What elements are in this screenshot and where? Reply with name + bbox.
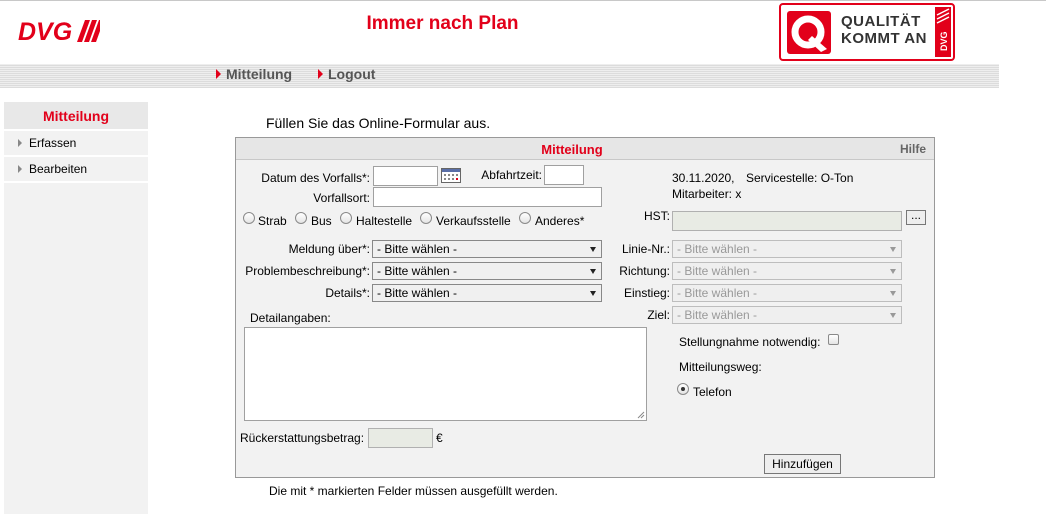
chevron-down-icon [890, 269, 896, 274]
radio-anderes[interactable] [519, 212, 531, 224]
radio-haltestelle-label: Haltestelle [356, 214, 413, 228]
ziel-select-value: - Bitte wählen - [677, 308, 758, 322]
statement-label: Stellungnahme notwendig: [679, 335, 821, 349]
app-title: Immer nach Plan [366, 13, 519, 34]
date-label: Datum des Vorfalls*: [261, 171, 370, 185]
place-input[interactable] [373, 187, 602, 207]
required-fields-note: Die mit * markierten Felder müssen ausge… [269, 484, 558, 498]
nav-bar [0, 64, 999, 88]
radio-telefon[interactable] [677, 383, 689, 395]
quality-badge-stripe: DVG [935, 7, 951, 57]
radio-strab[interactable] [243, 212, 255, 224]
richtung-select[interactable]: - Bitte wählen - [672, 262, 902, 280]
details-select-value: - Bitte wählen - [377, 286, 458, 300]
resize-grip-icon[interactable] [637, 411, 645, 419]
hst-label: HST: [643, 209, 670, 223]
badge-side-text: DVG [939, 31, 949, 51]
refund-input[interactable] [368, 428, 433, 448]
form-title: Mitteilung [541, 142, 603, 157]
currency-symbol: € [436, 431, 443, 445]
nav-mitteilung[interactable]: Mitteilung [216, 66, 292, 82]
triangle-right-icon [18, 139, 22, 147]
badge-stripe-graphic: DVG [936, 8, 950, 51]
intro-text: Füllen Sie das Online-Formular aus. [266, 115, 491, 131]
sidebar-item-label: Bearbeiten [29, 162, 88, 176]
sidebar-item-bearbeiten[interactable]: Bearbeiten [4, 157, 148, 183]
triangle-right-icon [318, 69, 323, 79]
details-select-label: Details*: [325, 286, 370, 300]
richtung-select-value: - Bitte wählen - [677, 264, 758, 278]
nav-logout[interactable]: Logout [318, 66, 375, 82]
info-staff: Mitarbeiter: x [672, 187, 742, 201]
details-label: Detailangaben: [250, 311, 331, 325]
form-panel-header: Mitteilung Hilfe [236, 138, 934, 160]
info-date: 30.11.2020, [672, 171, 735, 185]
departure-input[interactable] [544, 165, 584, 185]
channel-label: Mitteilungsweg: [679, 360, 762, 374]
radio-verkaufsstelle[interactable] [420, 212, 432, 224]
details-textarea[interactable] [244, 327, 647, 421]
einstieg-label: Einstieg: [623, 286, 670, 300]
ziel-select[interactable]: - Bitte wählen - [672, 306, 902, 324]
calendar-icon[interactable] [441, 168, 461, 183]
refund-label: Rückerstattungsbetrag: [240, 431, 365, 445]
add-button[interactable]: Hinzufügen [764, 454, 841, 474]
problem-label: Problembeschreibung*: [245, 264, 370, 278]
linie-select[interactable]: - Bitte wählen - [672, 240, 902, 258]
date-input[interactable] [373, 166, 438, 186]
meldung-select[interactable]: - Bitte wählen - [372, 240, 602, 258]
triangle-right-icon [18, 165, 22, 173]
einstieg-select[interactable]: - Bitte wählen - [672, 284, 902, 302]
radio-verkaufsstelle-label: Verkaufsstelle [436, 214, 511, 228]
form-panel: Mitteilung Hilfe Datum des Vorfalls*: Ab… [235, 137, 935, 478]
quality-badge-text: QUALITÄT KOMMT AN [841, 13, 927, 47]
departure-label: Abfahrtzeit: [481, 168, 542, 182]
quality-badge: QUALITÄT KOMMT AN DVG [779, 3, 955, 61]
top-divider [0, 0, 1046, 1]
chevron-down-icon [890, 291, 896, 296]
hst-input[interactable] [672, 211, 902, 231]
problem-select[interactable]: - Bitte wählen - [372, 262, 602, 280]
radio-bus-label: Bus [311, 214, 332, 228]
help-link[interactable]: Hilfe [900, 142, 926, 156]
meldung-label: Meldung über*: [288, 242, 370, 256]
details-select[interactable]: - Bitte wählen - [372, 284, 602, 302]
nav-logout-label: Logout [328, 66, 376, 82]
sidebar: Mitteilung Erfassen Bearbeiten [4, 102, 148, 514]
chevron-down-icon [890, 313, 896, 318]
radio-telefon-label: Telefon [693, 385, 732, 399]
page: { "header": { "logo_text": "DVG", "app_t… [0, 0, 1046, 514]
quality-q-icon [787, 11, 831, 54]
einstieg-select-value: - Bitte wählen - [677, 286, 758, 300]
quality-badge-line2: KOMMT AN [841, 30, 927, 47]
linie-select-value: - Bitte wählen - [677, 242, 758, 256]
radio-bus[interactable] [295, 212, 307, 224]
hst-lookup-button[interactable]: ... [906, 209, 926, 225]
sidebar-item-label: Erfassen [29, 136, 77, 150]
info-service: Servicestelle: O-Ton [746, 171, 854, 185]
statement-checkbox[interactable] [828, 334, 839, 345]
quality-badge-line1: QUALITÄT [841, 13, 921, 30]
place-label: Vorfallsort: [313, 191, 370, 205]
richtung-label: Richtung: [619, 264, 670, 278]
radio-anderes-label: Anderes* [535, 214, 585, 228]
problem-select-value: - Bitte wählen - [377, 264, 458, 278]
ziel-label: Ziel: [647, 308, 670, 322]
linie-label: Linie-Nr.: [621, 242, 670, 256]
calendar-graphic [442, 169, 460, 180]
radio-haltestelle[interactable] [340, 212, 352, 224]
meldung-select-value: - Bitte wählen - [377, 242, 458, 256]
nav-mitteilung-label: Mitteilung [226, 66, 293, 82]
chevron-down-icon [890, 247, 896, 252]
radio-strab-label: Strab [258, 214, 287, 228]
triangle-right-icon [216, 69, 221, 79]
sidebar-item-erfassen[interactable]: Erfassen [4, 131, 148, 157]
sidebar-heading: Mitteilung [4, 102, 148, 131]
